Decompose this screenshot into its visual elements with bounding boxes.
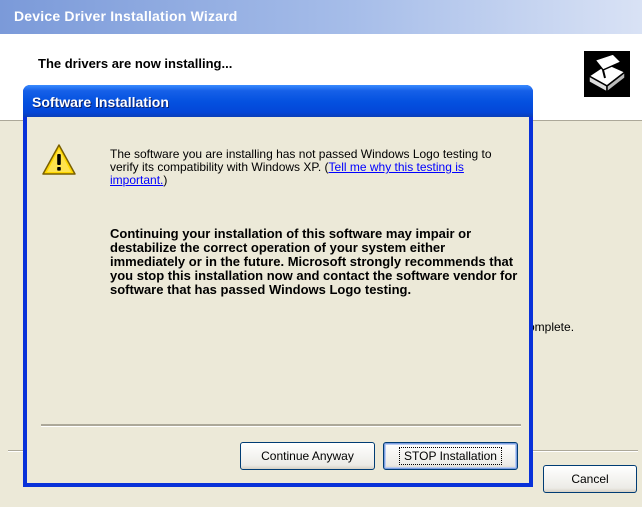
cancel-button[interactable]: Cancel [543,465,637,493]
wizard-status-text: omplete. [528,320,575,334]
wizard-title-bar: Device Driver Installation Wizard [0,0,642,34]
stop-installation-button[interactable]: STOP Installation [383,442,518,470]
warning-icon [42,144,76,175]
dialog-divider [41,424,521,427]
compatibility-text-end: ) [163,173,168,187]
warning-message: Continuing your installation of this sof… [110,226,518,297]
stop-installation-label: STOP Installation [399,447,502,465]
dialog-title-bar[interactable]: Software Installation [23,85,533,117]
wizard-heading: The drivers are now installing... [38,56,233,71]
dialog-title: Software Installation [32,94,169,110]
wizard-title: Device Driver Installation Wizard [14,8,238,24]
compatibility-message: The software you are installing has not … [110,148,520,187]
continue-anyway-label: Continue Anyway [261,449,354,463]
continue-anyway-button[interactable]: Continue Anyway [240,442,375,470]
software-installation-dialog: Software Installation The software you a… [23,85,533,487]
dialog-body: The software you are installing has not … [27,117,529,483]
hardware-install-icon [584,51,630,97]
